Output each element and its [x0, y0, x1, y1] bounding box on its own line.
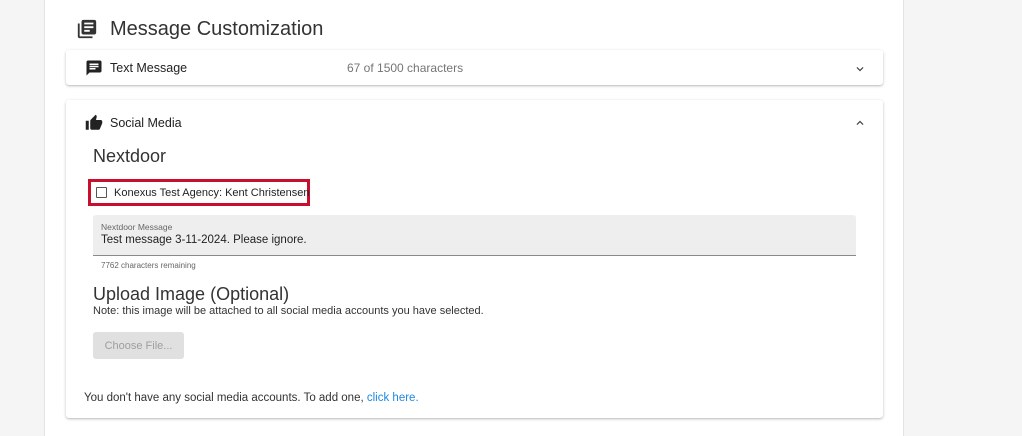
char-count: 67 of 1500 characters [347, 61, 464, 75]
no-accounts-text: You don't have any social media accounts… [84, 392, 367, 404]
upload-image-title: Upload Image (Optional) [93, 284, 290, 304]
text-message-header[interactable]: Text Message 67 of 1500 characters [66, 50, 883, 85]
section-header: Message Customization [76, 16, 323, 42]
nextdoor-message-field[interactable]: Nextdoor Message Test message 3-11-2024.… [93, 215, 856, 256]
choose-file-button[interactable]: Choose File... [93, 332, 184, 359]
text-message-label: Text Message [110, 60, 188, 75]
characters-remaining: 7762 characters remaining [101, 261, 196, 270]
library-books-icon [77, 19, 97, 39]
nextdoor-message-value[interactable]: Test message 3-11-2024. Please ignore. [101, 234, 307, 246]
chevron-down-icon[interactable] [853, 62, 867, 76]
text-message-card: Text Message 67 of 1500 characters [66, 50, 883, 85]
nextdoor-title: Nextdoor [93, 146, 167, 166]
upload-image-note: Note: this image will be attached to all… [93, 305, 484, 317]
message-icon [86, 60, 102, 75]
social-media-card: Social Media Nextdoor Konexus Test Agenc… [66, 100, 883, 418]
no-accounts-message: You don't have any social media accounts… [84, 392, 419, 404]
chevron-up-icon[interactable] [853, 116, 867, 130]
social-media-header[interactable]: Social Media [66, 100, 883, 146]
social-media-label: Social Media [110, 116, 182, 130]
account-label: Konexus Test Agency: Kent Christensen [114, 186, 310, 199]
nextdoor-message-label: Nextdoor Message [101, 222, 173, 232]
account-checkbox[interactable] [96, 187, 107, 198]
thumb-up-icon [85, 114, 103, 130]
section-title: Message Customization [110, 17, 324, 40]
nextdoor-account-option[interactable]: Konexus Test Agency: Kent Christensen [88, 179, 310, 206]
add-account-link[interactable]: click here. [367, 392, 419, 404]
